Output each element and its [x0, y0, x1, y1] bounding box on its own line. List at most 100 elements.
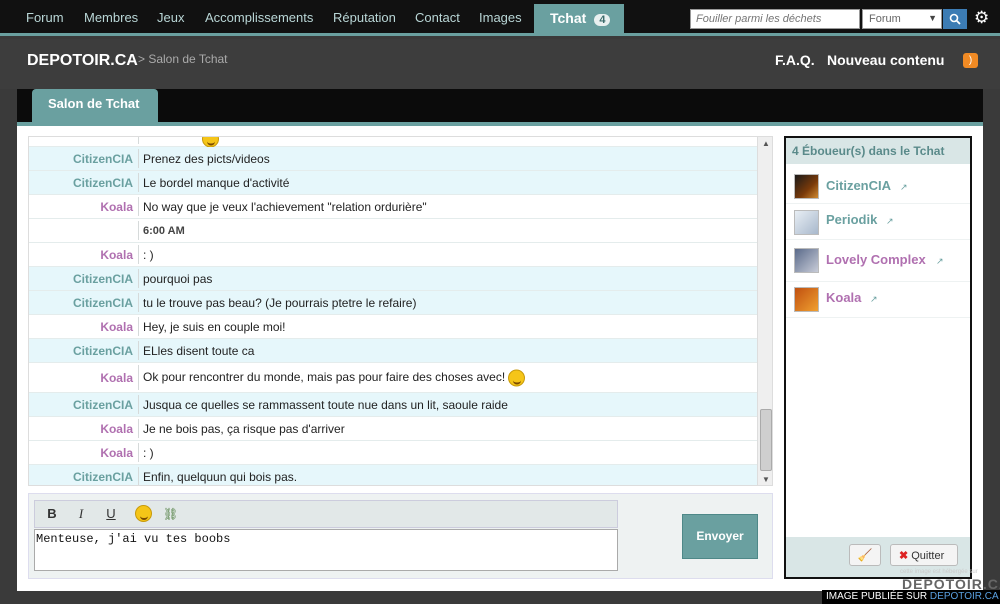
message-author[interactable]: CitizenCIA — [29, 176, 133, 190]
user-item: CitizenCIA ↗ — [786, 168, 970, 204]
breadcrumb: > Salon de Tchat — [138, 52, 228, 66]
message-author[interactable]: CitizenCIA — [29, 152, 133, 166]
message-separator — [138, 197, 139, 216]
message-author[interactable]: CitizenCIA — [29, 296, 133, 310]
avatar[interactable] — [794, 174, 819, 199]
message-row: CitizenCIA tu le trouve pas beau? (Je po… — [29, 291, 757, 315]
message-author[interactable]: CitizenCIA — [29, 272, 133, 286]
chat-scrollbar[interactable]: ▲ ▼ — [757, 137, 772, 485]
site-header: DEPOTOIR.CA > Salon de Tchat F.A.Q. Nouv… — [0, 39, 1000, 89]
user-item: Koala ↗ — [786, 282, 970, 318]
message-input[interactable] — [34, 529, 618, 571]
message-separator — [138, 395, 139, 414]
message-row-timestamp: 6:00 AM — [29, 219, 757, 243]
user-name[interactable]: CitizenCIA — [826, 178, 891, 193]
external-link-icon[interactable]: ↗ — [870, 294, 878, 305]
new-content-link[interactable]: Nouveau contenu — [827, 52, 944, 68]
link-icon[interactable]: ⛓ — [163, 507, 178, 521]
message-author[interactable]: CitizenCIA — [29, 344, 133, 358]
avatar[interactable] — [794, 248, 819, 273]
message-text: Je ne bois pas, ça risque pas d'arriver — [143, 421, 345, 436]
message-author[interactable]: CitizenCIA — [29, 398, 133, 412]
chevron-down-icon: ▼ — [928, 13, 937, 23]
nav-jeux[interactable]: Jeux — [157, 10, 184, 25]
search-scope-value: Forum — [869, 13, 901, 25]
message-text-wrap: Ok pour rencontrer du monde, mais pas po… — [143, 369, 526, 386]
nav-tchat-tab[interactable]: Tchat 4 — [534, 4, 624, 36]
message-row: CitizenCIA ELles disent toute ca — [29, 339, 757, 363]
external-link-icon[interactable]: ↗ — [886, 216, 894, 227]
nav-contact[interactable]: Contact — [415, 10, 460, 25]
nav-membres[interactable]: Membres — [84, 10, 138, 25]
external-link-icon[interactable]: ↗ — [900, 182, 908, 193]
message-separator — [138, 173, 139, 192]
message-separator — [138, 467, 139, 485]
message-separator — [138, 443, 139, 462]
message-separator — [138, 317, 139, 336]
message-row: Koala No way que je veux l'achievement "… — [29, 195, 757, 219]
user-name[interactable]: Lovely Complex — [826, 252, 926, 267]
nav-accomplissements[interactable]: Accomplissements — [205, 10, 313, 25]
message-author[interactable]: Koala — [29, 446, 133, 460]
avatar[interactable] — [794, 287, 819, 312]
scroll-thumb[interactable] — [760, 409, 772, 471]
watermark-bar: IMAGE PUBLIÉE SUR DEPOTOIR.CA — [822, 590, 1000, 604]
search-scope-select[interactable]: Forum ▼ — [862, 9, 942, 29]
faq-link[interactable]: F.A.Q. — [775, 52, 815, 68]
users-panel-title: 4 Éboueur(s) dans le Tchat — [786, 138, 970, 164]
message-separator — [138, 137, 139, 144]
chat-content: CitizenCIA Prenez des picts/videos Citiz… — [17, 126, 983, 591]
message-author[interactable]: Koala — [29, 320, 133, 334]
message-row: CitizenCIA pourquoi pas — [29, 267, 757, 291]
tongue-smiley-icon — [508, 369, 526, 386]
message-row: CitizenCIA Enfin, quelquun qui bois pas. — [29, 465, 757, 485]
scroll-down-arrow-icon[interactable]: ▼ — [758, 473, 772, 485]
bold-button[interactable]: B — [43, 506, 61, 524]
quit-label: Quitter — [911, 550, 945, 562]
message-separator — [138, 419, 139, 438]
compose-area: B I U ⛓ Envoyer — [28, 493, 773, 579]
underline-button[interactable]: U — [102, 506, 120, 524]
message-author[interactable]: Koala — [29, 200, 133, 214]
message-separator — [138, 293, 139, 312]
message-author[interactable]: Koala — [29, 422, 133, 436]
message-row: Koala : ) — [29, 243, 757, 267]
scroll-up-arrow-icon[interactable]: ▲ — [758, 137, 772, 151]
nav-reputation[interactable]: Réputation — [333, 10, 396, 25]
external-link-icon[interactable]: ↗ — [936, 256, 944, 267]
message-text: ELles disent toute ca — [143, 343, 255, 358]
message-row-partial — [29, 137, 757, 148]
avatar[interactable] — [794, 210, 819, 235]
tab-salon-de-tchat[interactable]: Salon de Tchat — [32, 89, 158, 122]
user-item: Lovely Complex ↗ — [786, 242, 970, 282]
message-author[interactable]: Koala — [29, 248, 133, 262]
send-button[interactable]: Envoyer — [682, 514, 758, 559]
message-row: CitizenCIA Prenez des picts/videos — [29, 147, 757, 171]
message-text: Prenez des picts/videos — [143, 151, 270, 166]
quit-button[interactable]: ✖ Quitter — [890, 544, 958, 566]
search-button[interactable] — [943, 9, 967, 29]
users-panel: 4 Éboueur(s) dans le Tchat CitizenCIA ↗ … — [784, 136, 972, 579]
message-text: pourquoi pas — [143, 271, 213, 286]
watermark-caption: cette image est hébergée sur — [900, 569, 978, 575]
chat-log[interactable]: CitizenCIA Prenez des picts/videos Citiz… — [28, 136, 773, 486]
message-row: Koala : ) — [29, 441, 757, 465]
site-title[interactable]: DEPOTOIR.CA — [27, 52, 138, 70]
message-author[interactable]: Koala — [29, 371, 133, 385]
message-text: Enfin, quelquun qui bois pas. — [143, 469, 298, 484]
message-author[interactable]: CitizenCIA — [29, 470, 133, 484]
broom-icon[interactable]: 🧹 — [849, 544, 881, 566]
search-input[interactable] — [690, 9, 860, 29]
nav-forum[interactable]: Forum — [26, 10, 64, 25]
message-row: CitizenCIA Jusqua ce quelles se rammasse… — [29, 393, 757, 417]
user-name[interactable]: Koala — [826, 290, 861, 305]
user-name[interactable]: Periodik — [826, 212, 877, 227]
rss-icon[interactable]: ) — [963, 53, 978, 68]
smiley-picker-icon[interactable] — [135, 505, 152, 522]
message-text: Hey, je suis en couple moi! — [143, 319, 286, 334]
gear-icon[interactable]: ⚙ — [974, 8, 989, 28]
watermark-site: DEPOTOIR.CA — [929, 591, 999, 602]
italic-button[interactable]: I — [72, 506, 90, 524]
nav-images[interactable]: Images — [479, 10, 522, 25]
message-row: Koala Ok pour rencontrer du monde, mais … — [29, 363, 757, 393]
